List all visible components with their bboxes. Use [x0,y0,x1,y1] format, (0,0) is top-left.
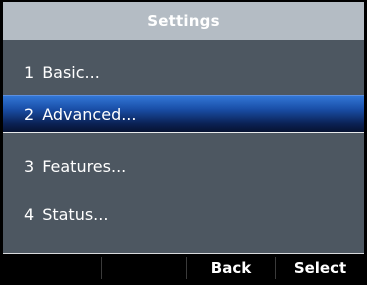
softkey-bar: Back Select [3,254,364,281]
screen-title: Settings [147,12,220,30]
menu-item-label: Features... [42,156,127,176]
softkey-2-empty[interactable] [102,254,186,281]
menu-item-label: Basic... [42,62,100,82]
selection-underline [3,132,364,133]
menu-item-number: 4 [24,204,35,224]
menu-item-basic[interactable]: 1 Basic... [3,50,364,94]
menu-item-advanced[interactable]: 2 Advanced... [3,95,364,133]
back-softkey[interactable]: Back [187,254,275,281]
menu-item-number: 1 [24,62,35,82]
menu-item-number: 2 [24,105,35,124]
phone-screen: Settings 1 Basic... 2 Advanced... 3 Feat… [3,2,364,281]
menu-item-label: Advanced... [42,105,137,124]
softkey-1-empty[interactable] [3,254,101,281]
menu-item-features[interactable]: 3 Features... [3,144,364,188]
select-softkey[interactable]: Select [276,254,364,281]
title-bar: Settings [3,2,364,40]
menu-item-status[interactable]: 4 Status... [3,192,364,236]
menu-item-label: Status... [42,204,109,224]
menu-item-number: 3 [24,156,35,176]
